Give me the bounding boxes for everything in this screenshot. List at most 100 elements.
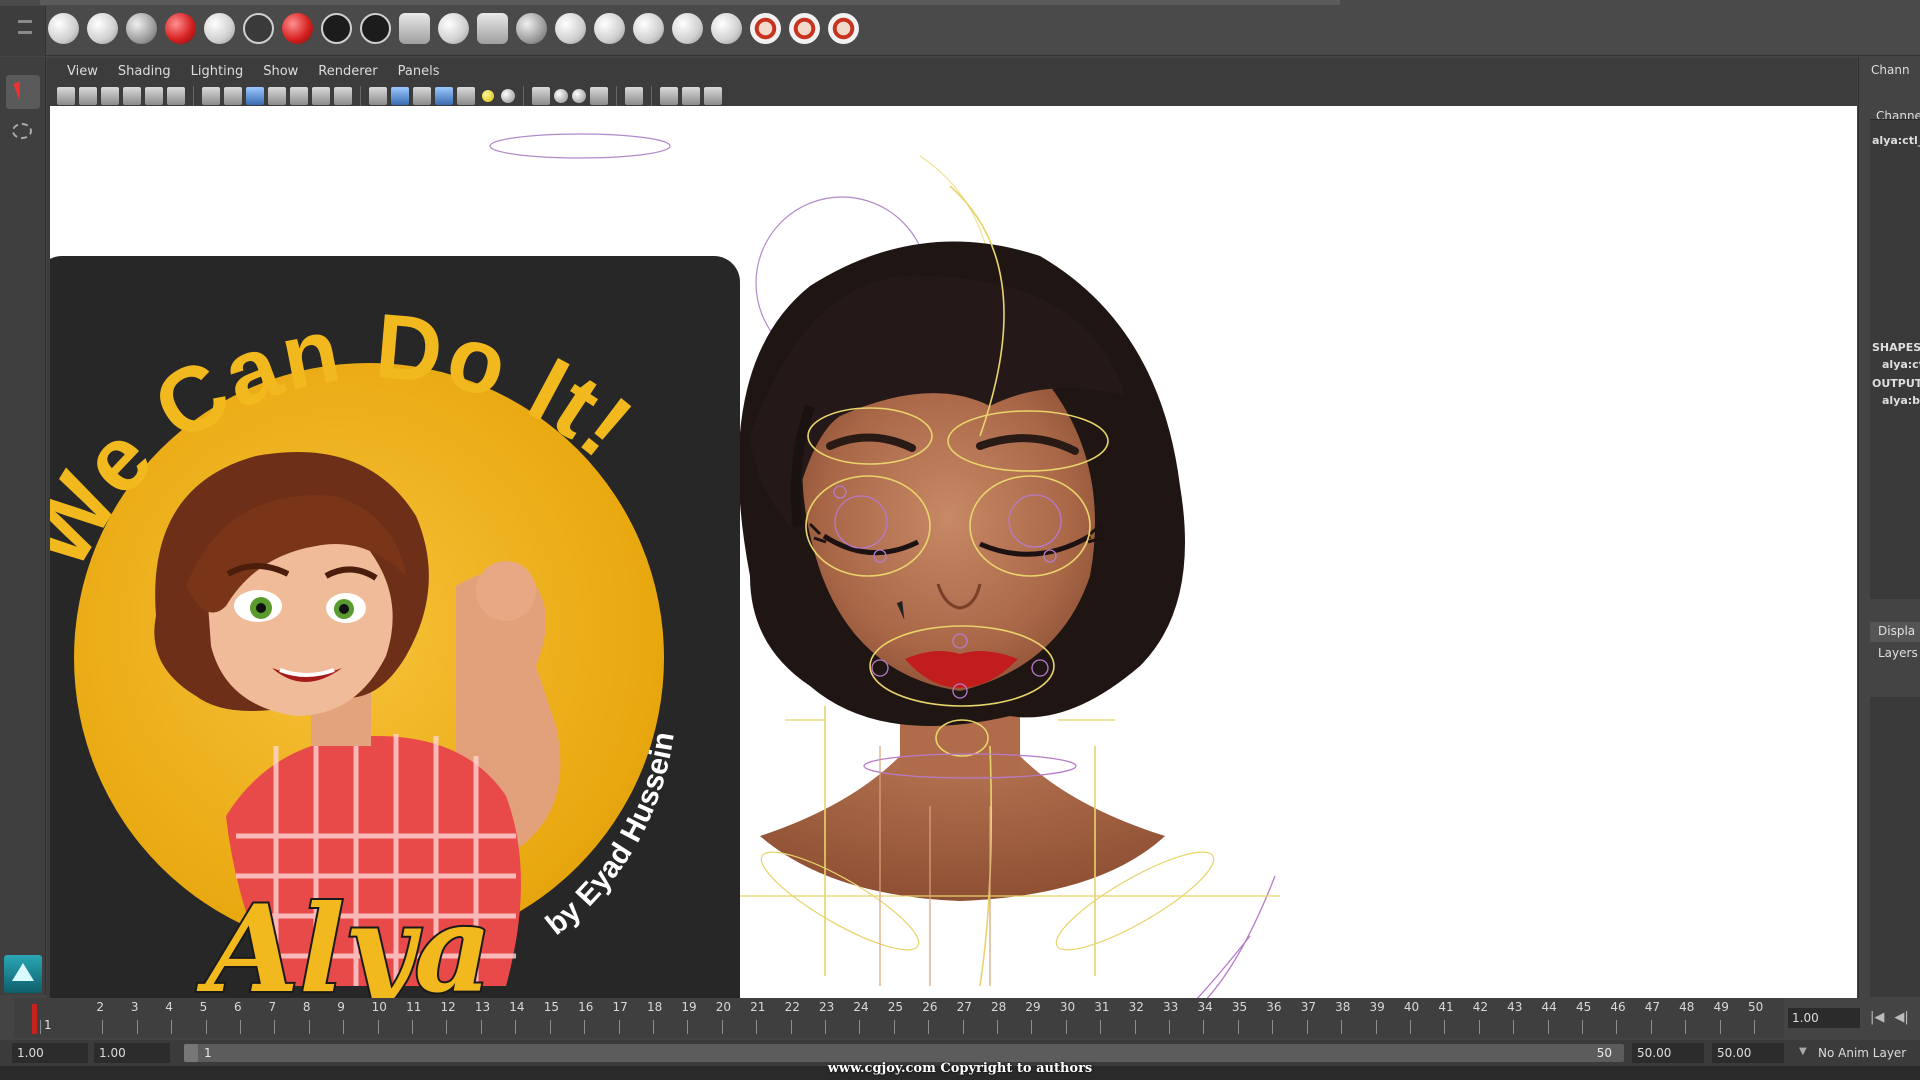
shelf-render-icon[interactable] <box>399 12 430 44</box>
current-time-field[interactable]: 1.00 <box>1788 1008 1860 1028</box>
timeline-tick-label: 39 <box>1369 1000 1385 1014</box>
shelf-shader-white-icon[interactable] <box>48 12 79 44</box>
ambient-occlusion-icon[interactable] <box>532 87 550 105</box>
menu-lighting[interactable]: Lighting <box>181 60 254 82</box>
animation-start-field[interactable]: 1.00 <box>12 1043 88 1063</box>
shelf-material-icon[interactable] <box>438 12 469 44</box>
timeline-tick-label: 25 <box>887 1000 904 1014</box>
shelf-shader-ring-icon[interactable] <box>243 12 274 44</box>
chevron-down-icon[interactable]: ▼ <box>1799 1046 1807 1057</box>
anim-layer-menu[interactable]: No Anim Layer <box>1818 1046 1906 1060</box>
menu-panels[interactable]: Panels <box>388 60 450 82</box>
image-plane-icon[interactable] <box>123 87 141 105</box>
timeline-tick-label: 7 <box>268 1000 277 1014</box>
shelf-tabs[interactable] <box>40 0 1340 5</box>
shelf-shader-black2-icon[interactable] <box>360 12 391 44</box>
grease-pencil-icon[interactable] <box>167 87 185 105</box>
shelf-shader-black-icon[interactable] <box>321 12 352 44</box>
timeline-tick <box>618 1020 620 1034</box>
timeline-tick <box>205 1020 207 1034</box>
select-tool-button[interactable] <box>6 75 40 109</box>
playback-end-field[interactable]: 50.00 <box>1632 1043 1704 1063</box>
tab-layers[interactable]: Layers <box>1870 644 1920 664</box>
shelf-menu[interactable] <box>0 6 46 56</box>
timeline-tick-label: 18 <box>646 1000 663 1014</box>
xray-icon[interactable] <box>660 87 678 105</box>
shelf-lips-1-icon[interactable] <box>750 12 781 44</box>
3d-viewport[interactable]: We Can Do It! Alya by Eyad Hussein <box>50 106 1857 999</box>
shapes-item[interactable]: alya:ct <box>1882 358 1920 371</box>
menu-shading[interactable]: Shading <box>108 60 181 82</box>
isolate-select-icon[interactable] <box>625 87 643 105</box>
resolution-gate-icon[interactable] <box>246 87 264 105</box>
shelf-pose-3-icon[interactable] <box>672 12 703 44</box>
shelf-pose-4-icon[interactable] <box>711 12 742 44</box>
shelf-shader-red2-icon[interactable] <box>282 12 313 44</box>
film-gate-icon[interactable] <box>224 87 242 105</box>
camera-icon[interactable] <box>57 87 75 105</box>
safe-action-icon[interactable] <box>312 87 330 105</box>
step-back-button[interactable]: ◀| <box>1894 1010 1908 1025</box>
channel-attributes[interactable]: alya:ctl_ SHAPES alya:ct OUTPUT alya:bl <box>1870 119 1920 599</box>
shelf-blend-icon[interactable] <box>516 12 547 44</box>
menu-view[interactable]: View <box>57 60 108 82</box>
timeline-tick-label: 19 <box>681 1000 697 1014</box>
checker-icon[interactable] <box>457 87 475 105</box>
depth-of-field-icon[interactable] <box>590 87 608 105</box>
camera-attr-icon[interactable] <box>79 87 97 105</box>
grid-icon[interactable] <box>202 87 220 105</box>
timeline-tick-label: 8 <box>302 1000 311 1014</box>
xray-joints-icon[interactable] <box>682 87 700 105</box>
timeline-tick <box>928 1020 930 1034</box>
smooth-shade-icon[interactable] <box>391 87 409 105</box>
shadows-icon[interactable] <box>501 89 515 103</box>
layer-editor[interactable] <box>1870 697 1920 997</box>
pan-zoom-icon[interactable] <box>145 87 163 105</box>
timeline-tick-label: 15 <box>543 1000 559 1014</box>
shelf-shader-gray-icon[interactable] <box>126 12 157 44</box>
range-start-label: 1 <box>204 1046 212 1060</box>
maya-logo-button[interactable] <box>4 955 42 993</box>
shelf-shader-silver-icon[interactable] <box>204 12 235 44</box>
bookmark-icon[interactable] <box>101 87 119 105</box>
wireframe-on-shaded-icon[interactable] <box>413 87 431 105</box>
current-time-marker[interactable] <box>32 1004 37 1034</box>
range-slider[interactable]: 1 50 <box>184 1044 1624 1062</box>
timeline-tick <box>480 1020 482 1034</box>
channel-box-title[interactable]: Chann <box>1871 63 1910 77</box>
shelf-shader-light-icon[interactable] <box>87 12 118 44</box>
gate-mask-icon[interactable] <box>268 87 286 105</box>
shelf-icons <box>48 8 859 48</box>
tab-display[interactable]: Displa <box>1870 622 1920 642</box>
range-handle[interactable] <box>184 1044 198 1062</box>
time-slider[interactable]: 1 2 3 4 5 6 7 8 9 10 11 12 13 14 15 16 17 18 19 20 21 22 23 24… <box>0 998 1920 1038</box>
shelf-shader-red-icon[interactable] <box>165 12 196 44</box>
outputs-item[interactable]: alya:bl <box>1882 394 1920 407</box>
separator <box>616 86 617 106</box>
shelf-texture-icon[interactable] <box>477 12 508 44</box>
shelf-lips-2-icon[interactable] <box>789 12 820 44</box>
menu-renderer[interactable]: Renderer <box>308 60 387 82</box>
shelf-pose-1-icon[interactable] <box>594 12 625 44</box>
timeline-tick <box>1375 1020 1377 1034</box>
timeline-tick <box>1065 1020 1067 1034</box>
anti-alias-icon[interactable] <box>572 89 586 103</box>
safe-title-icon[interactable] <box>334 87 352 105</box>
go-to-start-button[interactable]: |◀ <box>1870 1010 1884 1025</box>
lasso-tool-button[interactable] <box>6 117 40 151</box>
wireframe-icon[interactable] <box>369 87 387 105</box>
shelf-pose-2-icon[interactable] <box>633 12 664 44</box>
timeline-tick <box>1203 1020 1205 1034</box>
time-slider-track[interactable]: 1 2 3 4 5 6 7 8 9 10 11 12 13 14 15 16 17 18 19 20 21 22 23 24… <box>14 998 1784 1038</box>
motion-blur-icon[interactable] <box>554 89 568 103</box>
field-chart-icon[interactable] <box>290 87 308 105</box>
timeline-tick <box>412 1020 414 1034</box>
shelf-paint-icon[interactable] <box>555 12 586 44</box>
menu-show[interactable]: Show <box>253 60 308 82</box>
animation-end-field[interactable]: 50.00 <box>1712 1043 1784 1063</box>
shelf-lips-3-icon[interactable] <box>828 12 859 44</box>
playback-start-field[interactable]: 1.00 <box>94 1043 170 1063</box>
xray-active-icon[interactable] <box>704 87 722 105</box>
textured-icon[interactable] <box>435 87 453 105</box>
lights-icon[interactable] <box>482 90 494 102</box>
